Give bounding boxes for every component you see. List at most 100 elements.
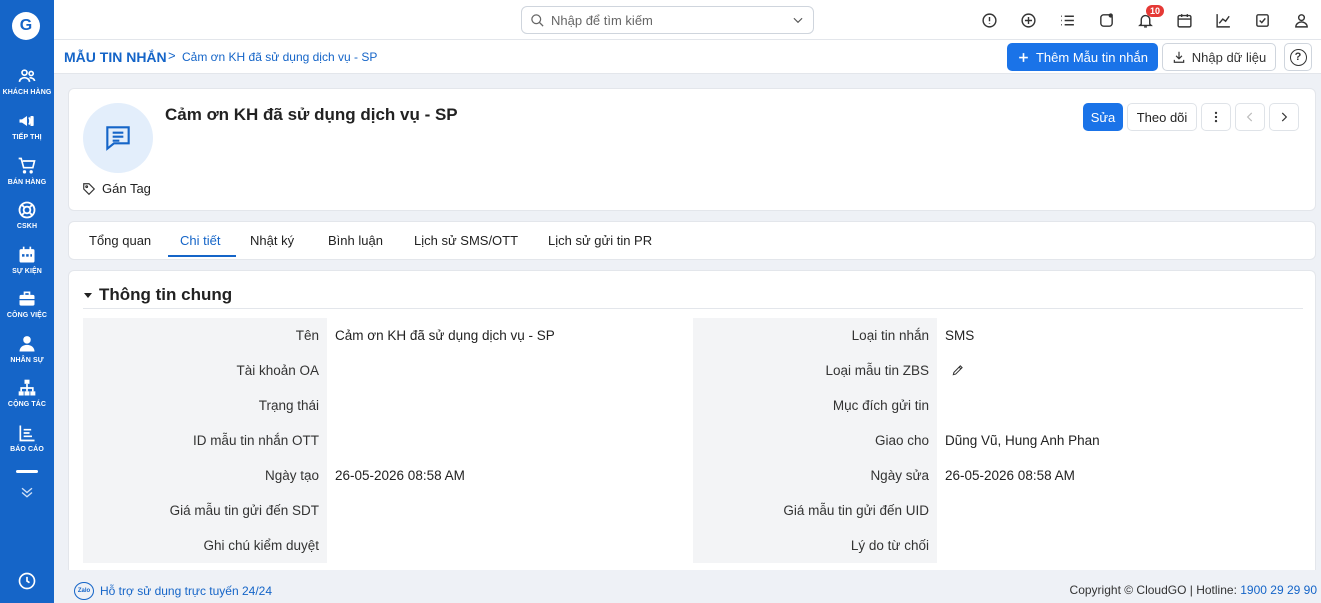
field-value[interactable] xyxy=(327,388,687,423)
download-icon xyxy=(1173,51,1184,63)
hotline-link[interactable]: 1900 29 29 90 xyxy=(1240,583,1317,597)
tab-comments[interactable]: Bình luận xyxy=(328,233,383,248)
list-button[interactable] xyxy=(1048,0,1087,40)
analytics-button[interactable] xyxy=(1204,0,1243,40)
field-value[interactable] xyxy=(327,493,687,528)
copyright: Copyright © CloudGO | Hotline: 1900 29 2… xyxy=(1070,583,1317,597)
sidebar-item-support[interactable]: CSKH xyxy=(0,200,54,244)
previous-record-button[interactable] xyxy=(1235,103,1265,131)
help-button[interactable]: ? xyxy=(1284,43,1312,71)
calendar-outline-icon xyxy=(1177,13,1192,28)
clock-icon[interactable] xyxy=(17,571,37,591)
global-search[interactable]: Nhập để tìm kiếm xyxy=(521,6,814,34)
field-row: ID mẫu tin nhắn OTT Giao cho Dũng Vũ, Hun… xyxy=(83,423,1303,458)
field-grid: Tên Cảm ơn KH đã sử dụng dịch vụ - SP Loạ… xyxy=(83,318,1303,563)
search-input[interactable]: Nhập để tìm kiếm xyxy=(551,13,791,28)
quick-create-button[interactable] xyxy=(1009,0,1048,40)
copyright-text: Copyright © CloudGO | Hotline: xyxy=(1069,583,1241,597)
add-template-label: Thêm Mẫu tin nhắn xyxy=(1035,49,1148,65)
field-value[interactable]: 26-05-2026 08:58 AM xyxy=(937,458,1297,493)
list-icon xyxy=(1061,15,1074,25)
add-template-button[interactable]: Thêm Mẫu tin nhắn xyxy=(1007,43,1158,71)
breadcrumb-root[interactable]: MẪU TIN NHẮN xyxy=(64,49,167,65)
field-label: ID mẫu tin nhắn OTT xyxy=(83,423,327,458)
user-menu-button[interactable] xyxy=(1282,0,1321,40)
field-label: Loại mẫu tin ZBS xyxy=(693,353,937,388)
calendar-button[interactable] xyxy=(1165,0,1204,40)
sidebar-item-tasks[interactable]: CÔNG VIỆC xyxy=(0,289,54,333)
field-row: Giá mẫu tin gửi đến SDT Giá mẫu tin gửi … xyxy=(83,493,1303,528)
field-row: Ngày tạo 26-05-2026 08:58 AM Ngày sửa 26-0… xyxy=(83,458,1303,493)
sidebar-item-events[interactable]: SỰ KIỆN xyxy=(0,245,54,289)
field-label: Trạng thái xyxy=(83,388,327,423)
field-value[interactable] xyxy=(327,423,687,458)
assign-tag-label: Gán Tag xyxy=(102,181,151,196)
sidebar-expand-button[interactable] xyxy=(0,484,54,504)
field-label: Loại tin nhắn xyxy=(693,318,937,353)
sidebar-item-collaboration[interactable]: CỘNG TÁC xyxy=(0,378,54,422)
person-icon xyxy=(19,336,35,352)
sidebar-item-label: SỰ KIỆN xyxy=(12,268,42,275)
notifications-button[interactable]: 10 xyxy=(1126,0,1165,40)
sidebar: G KHÁCH HÀNG TIẾP THỊ BÁN HÀNG CSKH SỰ K… xyxy=(0,0,54,603)
sidebar-more-item[interactable] xyxy=(16,470,38,473)
active-tab-indicator xyxy=(168,255,236,257)
activity-button[interactable] xyxy=(1087,0,1126,40)
online-support-link[interactable]: Zalo Hỗ trợ sử dụng trực tuyến 24/24 xyxy=(74,582,272,600)
pencil-icon[interactable] xyxy=(951,363,965,377)
field-value[interactable]: SMS xyxy=(937,318,1297,353)
breadcrumb: MẪU TIN NHẮN > Cảm ơn KH đã sử dụng dịch… xyxy=(54,40,1321,74)
lifebuoy-icon xyxy=(18,201,36,219)
field-value[interactable]: 26-05-2026 08:58 AM xyxy=(327,458,687,493)
sidebar-item-label: CÔNG VIỆC xyxy=(6,312,48,319)
field-label: Ngày tạo xyxy=(83,458,327,493)
zalo-icon: Zalo xyxy=(74,582,94,600)
edit-button[interactable]: Sửa xyxy=(1083,103,1123,131)
sidebar-item-label: NHÂN SỰ xyxy=(10,357,44,364)
cart-icon xyxy=(18,157,36,174)
field-value[interactable] xyxy=(937,493,1297,528)
field-value[interactable] xyxy=(937,388,1297,423)
section-header[interactable]: Thông tin chung xyxy=(83,281,1303,309)
alert-button[interactable] xyxy=(970,0,1009,40)
breadcrumb-current[interactable]: Cảm ơn KH đã sử dụng dịch vụ - SP xyxy=(182,50,377,64)
next-record-button[interactable] xyxy=(1269,103,1299,131)
field-row: Tài khoản OA Loại mẫu tin ZBS xyxy=(83,353,1303,388)
field-value[interactable] xyxy=(937,528,1297,563)
sidebar-item-marketing[interactable]: TIẾP THỊ xyxy=(0,111,54,155)
users-icon xyxy=(18,69,36,82)
follow-button[interactable]: Theo dõi xyxy=(1127,103,1197,131)
field-value[interactable] xyxy=(327,528,687,563)
tab-log[interactable]: Nhật ký xyxy=(250,233,294,248)
checkbox-icon xyxy=(1256,13,1269,27)
assign-tag-button[interactable]: Gán Tag xyxy=(82,181,151,196)
tasks-button[interactable] xyxy=(1243,0,1282,40)
chart-line-icon xyxy=(1216,13,1230,28)
import-data-button[interactable]: Nhập dữ liệu xyxy=(1162,43,1276,71)
field-value[interactable] xyxy=(937,353,1297,388)
tab-sms-ott-history[interactable]: Lịch sử SMS/OTT xyxy=(414,233,518,248)
sidebar-item-sales[interactable]: BÁN HÀNG xyxy=(0,156,54,200)
field-value[interactable]: Cảm ơn KH đã sử dụng dịch vụ - SP xyxy=(327,318,687,353)
field-value[interactable]: Dũng Vũ, Hung Anh Phan xyxy=(937,423,1297,458)
field-label: Tên xyxy=(83,318,327,353)
sidebar-item-label: TIẾP THỊ xyxy=(12,134,42,141)
field-label: Ngày sửa xyxy=(693,458,937,493)
chevron-down-icon[interactable] xyxy=(791,13,805,27)
import-data-label: Nhập dữ liệu xyxy=(1191,49,1267,65)
briefcase-icon xyxy=(19,291,35,306)
sidebar-item-hr[interactable]: NHÂN SỰ xyxy=(0,334,54,378)
more-vertical-icon xyxy=(1214,111,1218,123)
section-title: Thông tin chung xyxy=(99,284,233,304)
report-icon xyxy=(19,425,35,442)
sidebar-item-customers[interactable]: KHÁCH HÀNG xyxy=(0,66,54,110)
tab-details[interactable]: Chi tiết xyxy=(180,233,220,248)
field-value[interactable] xyxy=(327,353,687,388)
record-header: Cảm ơn KH đã sử dụng dịch vụ - SP Gán Ta… xyxy=(68,88,1316,211)
sidebar-item-reports[interactable]: BÁO CÁO xyxy=(0,423,54,467)
more-actions-button[interactable] xyxy=(1201,103,1231,131)
sidebar-item-label: BÁN HÀNG xyxy=(7,179,47,186)
app-logo[interactable]: G xyxy=(12,12,40,40)
tab-pr-history[interactable]: Lịch sử gửi tin PR xyxy=(548,233,652,248)
tab-overview[interactable]: Tổng quan xyxy=(89,233,151,248)
